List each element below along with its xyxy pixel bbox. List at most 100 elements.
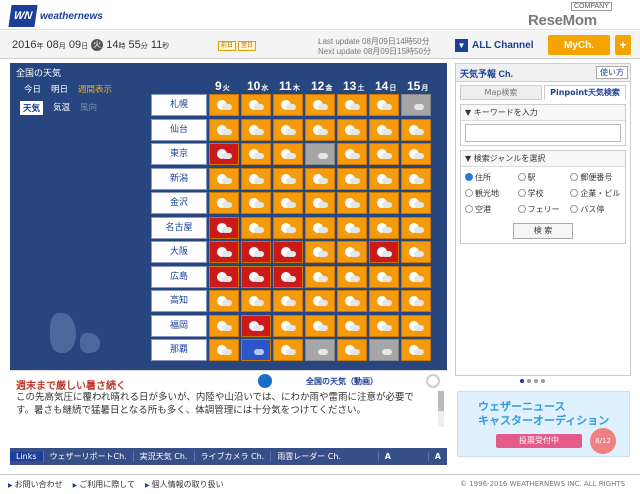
genre-option[interactable]: 観光地 (465, 186, 516, 200)
forecast-cell[interactable] (305, 241, 335, 263)
genre-option[interactable]: 駅 (517, 170, 569, 184)
carousel-dots[interactable] (520, 379, 545, 383)
forecast-cell[interactable] (401, 216, 431, 239)
forecast-cell[interactable] (401, 241, 431, 263)
forecast-cell[interactable] (401, 290, 431, 312)
forecast-cell[interactable] (209, 143, 239, 165)
scroll-thumb[interactable] (438, 391, 444, 411)
tab-week[interactable]: 週間表示 (78, 83, 112, 95)
font-size-small-button[interactable]: A (377, 452, 397, 461)
radio-icon[interactable] (465, 173, 473, 181)
radio-icon[interactable] (517, 205, 526, 213)
city-5[interactable]: 名古屋 (151, 216, 207, 239)
genre-option[interactable]: 学校 (517, 186, 569, 200)
search-button[interactable]: 検 索 (513, 223, 573, 239)
tab-temperature[interactable]: 気温 (53, 101, 70, 115)
add-channel-button[interactable]: + (615, 35, 631, 55)
genre-option[interactable]: 企業・ビル (570, 186, 621, 200)
forecast-cell[interactable] (401, 314, 431, 337)
city-2[interactable]: 東京 (151, 143, 207, 165)
tab-weather[interactable]: 天気 (20, 101, 44, 115)
city-8[interactable]: 高知 (151, 290, 207, 312)
footer-terms-link[interactable]: ご利用に際して (73, 479, 135, 490)
link-rain-radar[interactable]: 雨雲レーダー Ch. (270, 451, 347, 462)
radio-icon[interactable] (465, 205, 473, 213)
forecast-cell[interactable] (369, 314, 399, 337)
forecast-cell[interactable] (401, 265, 431, 288)
city-6[interactable]: 大阪 (151, 241, 207, 263)
forecast-cell[interactable] (209, 339, 239, 361)
forecast-cell[interactable] (369, 94, 399, 116)
city-7[interactable]: 広島 (151, 265, 207, 288)
forecast-cell[interactable] (369, 216, 399, 239)
prev-day-button[interactable]: 前日 (218, 41, 236, 51)
forecast-cell[interactable] (305, 143, 335, 165)
ad-vote-button[interactable]: 投票受付中 (496, 434, 582, 448)
forecast-cell[interactable] (305, 265, 335, 288)
city-0[interactable]: 札幌 (151, 94, 207, 116)
forecast-cell[interactable] (337, 290, 367, 312)
forecast-cell[interactable] (241, 143, 271, 165)
forecast-cell[interactable] (273, 167, 303, 190)
forecast-cell[interactable] (209, 314, 239, 337)
forecast-cell[interactable] (241, 192, 271, 214)
forecast-cell[interactable] (241, 167, 271, 190)
city-1[interactable]: 仙台 (151, 118, 207, 141)
forecast-cell[interactable] (369, 241, 399, 263)
city-3[interactable]: 新潟 (151, 167, 207, 190)
forecast-cell[interactable] (209, 241, 239, 263)
mych-button[interactable]: MyCh. (548, 35, 610, 55)
city-4[interactable]: 金沢 (151, 192, 207, 214)
forecast-cell[interactable] (369, 192, 399, 214)
reload-icon[interactable] (426, 374, 440, 388)
genre-option[interactable]: 住所 (465, 170, 516, 184)
radio-icon[interactable] (570, 173, 579, 181)
forecast-cell[interactable] (209, 216, 239, 239)
forecast-cell[interactable] (305, 290, 335, 312)
radio-icon[interactable] (517, 173, 526, 181)
radio-icon[interactable] (570, 189, 579, 197)
forecast-cell[interactable] (305, 192, 335, 214)
forecast-cell[interactable] (337, 339, 367, 361)
forecast-cell[interactable] (369, 118, 399, 141)
footer-contact-link[interactable]: お問い合わせ (8, 479, 63, 490)
forecast-cell[interactable] (273, 339, 303, 361)
forecast-cell[interactable] (401, 167, 431, 190)
forecast-cell[interactable] (369, 265, 399, 288)
city-9[interactable]: 福岡 (151, 314, 207, 337)
forecast-cell[interactable] (209, 167, 239, 190)
tab-pinpoint-search[interactable]: Pinpoint天気検索 (544, 85, 626, 100)
company-link[interactable]: COMPANY (571, 2, 612, 11)
forecast-cell[interactable] (337, 192, 367, 214)
forecast-cell[interactable] (369, 339, 399, 361)
genre-option[interactable]: 空港 (465, 202, 516, 216)
forecast-cell[interactable] (241, 216, 271, 239)
forecast-cell[interactable] (337, 143, 367, 165)
news-scrollbar[interactable] (438, 391, 444, 427)
forecast-cell[interactable] (369, 167, 399, 190)
forecast-cell[interactable] (241, 314, 271, 337)
genre-option[interactable]: バス停 (570, 202, 621, 216)
forecast-cell[interactable] (305, 118, 335, 141)
forecast-cell[interactable] (241, 94, 271, 116)
forecast-cell[interactable] (273, 241, 303, 263)
forecast-cell[interactable] (273, 290, 303, 312)
tab-today[interactable]: 今日 (24, 83, 41, 95)
forecast-cell[interactable] (369, 143, 399, 165)
forecast-cell[interactable] (209, 290, 239, 312)
link-weather-report[interactable]: ウェザーリポートCh. (42, 451, 133, 462)
forecast-cell[interactable] (401, 192, 431, 214)
radio-icon[interactable] (465, 189, 473, 197)
play-icon[interactable] (258, 374, 272, 388)
forecast-cell[interactable] (337, 94, 367, 116)
forecast-cell[interactable] (337, 314, 367, 337)
forecast-cell[interactable] (305, 216, 335, 239)
forecast-cell[interactable] (273, 265, 303, 288)
genre-option[interactable]: フェリー (517, 202, 569, 216)
forecast-cell[interactable] (273, 118, 303, 141)
forecast-cell[interactable] (401, 94, 431, 116)
forecast-cell[interactable] (241, 265, 271, 288)
forecast-cell[interactable] (241, 118, 271, 141)
genre-option[interactable]: 郵便番号 (570, 170, 621, 184)
forecast-cell[interactable] (273, 216, 303, 239)
